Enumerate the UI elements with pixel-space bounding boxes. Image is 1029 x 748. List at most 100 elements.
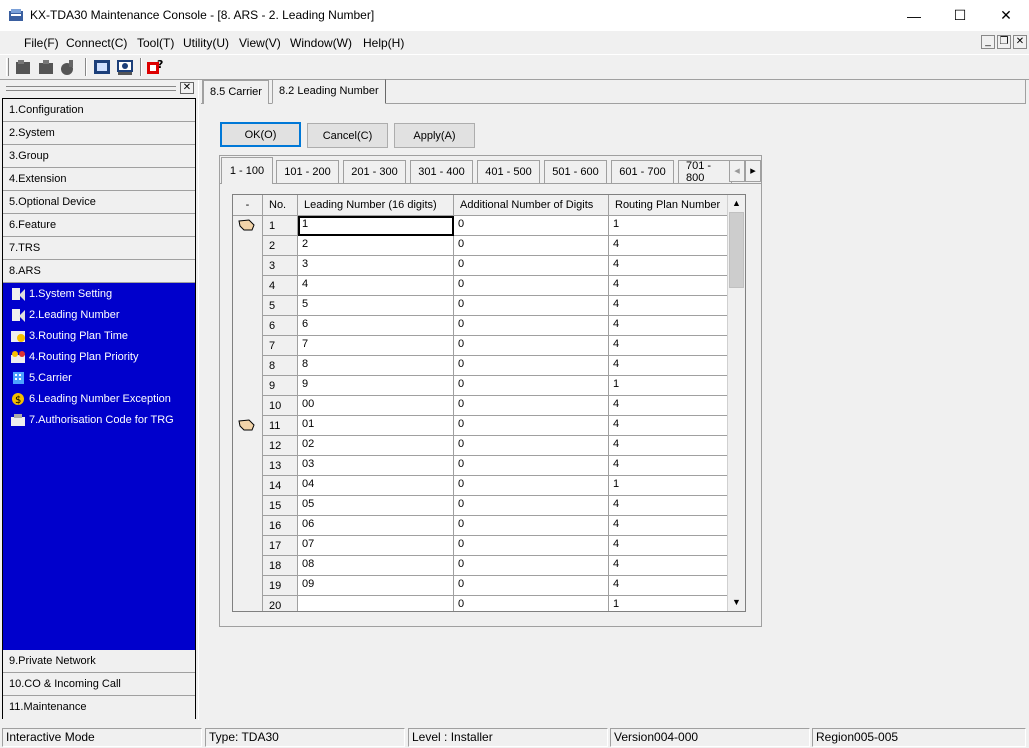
nav-ars-system-setting[interactable]: 1.System Setting — [10, 284, 112, 304]
routing-plan-cell[interactable]: 4 — [609, 536, 728, 556]
tab-range-601-700[interactable]: 601 - 700 — [611, 160, 674, 183]
nav-system[interactable]: 2.System — [3, 122, 195, 145]
nav-ars-carrier[interactable]: 5.Carrier — [10, 368, 72, 388]
table-row[interactable]: 10 00 0 4 — [233, 396, 728, 416]
additional-digits-cell[interactable]: 0 — [454, 356, 609, 376]
row-selector[interactable] — [233, 296, 263, 316]
additional-digits-cell[interactable]: 0 — [454, 396, 609, 416]
row-selector[interactable] — [233, 276, 263, 296]
routing-plan-cell[interactable]: 4 — [609, 296, 728, 316]
routing-plan-cell[interactable]: 4 — [609, 396, 728, 416]
tab-range-301-400[interactable]: 301 - 400 — [410, 160, 473, 183]
tab-scroll-left-button[interactable]: ◂ — [729, 160, 745, 182]
leading-number-cell[interactable]: 4 — [298, 276, 454, 296]
routing-plan-cell[interactable]: 4 — [609, 436, 728, 456]
nav-ars-leading-number[interactable]: 2.Leading Number — [10, 305, 120, 325]
maximize-button[interactable]: ☐ — [937, 0, 983, 31]
header-leading-number[interactable]: Leading Number (16 digits) — [298, 195, 454, 216]
row-selector[interactable] — [233, 316, 263, 336]
table-row[interactable]: 2204 — [233, 236, 728, 256]
menu-tool[interactable]: Tool(T) — [137, 36, 174, 50]
routing-plan-cell[interactable]: 1 — [609, 376, 728, 396]
nav-trs[interactable]: 7.TRS — [3, 237, 195, 260]
leading-number-cell[interactable]: 5 — [298, 296, 454, 316]
connect-icon[interactable] — [37, 58, 55, 76]
table-row[interactable]: 13 03 0 4 — [233, 456, 728, 476]
nav-private-network[interactable]: 9.Private Network — [3, 650, 195, 673]
table-row[interactable]: 14 04 0 1 — [233, 476, 728, 496]
leading-number-cell[interactable]: 2 — [298, 236, 454, 256]
additional-digits-cell[interactable]: 0 — [454, 236, 609, 256]
routing-plan-cell[interactable]: 1 — [609, 596, 728, 611]
leading-number-cell[interactable]: 6 — [298, 316, 454, 336]
nav-ars-routing-plan-time[interactable]: 3.Routing Plan Time — [10, 326, 128, 346]
leading-number-cell[interactable]: 06 — [298, 516, 454, 536]
routing-plan-cell[interactable]: 4 — [609, 256, 728, 276]
table-row[interactable]: 9901 — [233, 376, 728, 396]
close-button[interactable]: ✕ — [983, 0, 1029, 31]
additional-digits-cell[interactable]: 0 — [454, 456, 609, 476]
scroll-up-button[interactable]: ▲ — [728, 195, 745, 212]
tab-range-401-500[interactable]: 401 - 500 — [477, 160, 540, 183]
maintenance-icon[interactable] — [116, 58, 134, 76]
leading-number-cell[interactable]: 7 — [298, 336, 454, 356]
additional-digits-cell[interactable]: 0 — [454, 536, 609, 556]
menu-utility[interactable]: Utility(U) — [183, 36, 229, 50]
table-row[interactable]: 6604 — [233, 316, 728, 336]
routing-plan-cell[interactable]: 4 — [609, 336, 728, 356]
table-row[interactable]: 3304 — [233, 256, 728, 276]
menu-window[interactable]: Window(W) — [290, 36, 352, 50]
leading-number-cell[interactable]: 05 — [298, 496, 454, 516]
row-selector[interactable] — [233, 416, 263, 436]
row-selector[interactable] — [233, 496, 263, 516]
leading-number-cell[interactable] — [298, 596, 454, 611]
leading-number-cell[interactable]: 02 — [298, 436, 454, 456]
disconnect-icon[interactable] — [14, 58, 32, 76]
pane-close-button[interactable]: ✕ — [180, 82, 194, 94]
routing-plan-cell[interactable]: 4 — [609, 516, 728, 536]
nav-ars-leading-number-exception[interactable]: $ 6.Leading Number Exception — [10, 389, 171, 409]
table-row[interactable]: 11 01 0 4 — [233, 416, 728, 436]
nav-maintenance[interactable]: 11.Maintenance — [3, 696, 195, 719]
routing-plan-cell[interactable]: 4 — [609, 316, 728, 336]
tab-range-101-200[interactable]: 101 - 200 — [276, 160, 339, 183]
additional-digits-cell[interactable]: 0 — [454, 516, 609, 536]
nav-ars-authorisation-code[interactable]: 7.Authorisation Code for TRG — [10, 410, 174, 430]
nav-co-incoming-call[interactable]: 10.CO & Incoming Call — [3, 673, 195, 696]
leading-number-cell[interactable]: 00 — [298, 396, 454, 416]
additional-digits-cell[interactable]: 0 — [454, 256, 609, 276]
leading-number-cell[interactable]: 8 — [298, 356, 454, 376]
additional-digits-cell[interactable]: 0 — [454, 436, 609, 456]
row-selector[interactable] — [233, 536, 263, 556]
apply-button[interactable]: Apply(A) — [394, 123, 475, 148]
routing-plan-cell[interactable]: 4 — [609, 496, 728, 516]
scroll-down-button[interactable]: ▼ — [728, 594, 745, 611]
row-selector[interactable] — [233, 256, 263, 276]
tab-range-701-800[interactable]: 701 - 800 — [678, 160, 732, 183]
nav-configuration[interactable]: 1.Configuration — [3, 99, 195, 122]
leading-number-cell[interactable]: 3 — [298, 256, 454, 276]
mdi-close-button[interactable]: ✕ — [1013, 35, 1027, 49]
table-row[interactable]: 12 02 0 4 — [233, 436, 728, 456]
row-selector[interactable] — [233, 576, 263, 596]
leading-number-cell[interactable]: 04 — [298, 476, 454, 496]
row-selector[interactable] — [233, 216, 263, 236]
additional-digits-cell[interactable]: 0 — [454, 376, 609, 396]
leading-number-cell[interactable]: 01 — [298, 416, 454, 436]
table-row[interactable]: 4404 — [233, 276, 728, 296]
nav-ars[interactable]: 8.ARS — [3, 260, 195, 283]
row-selector[interactable] — [233, 236, 263, 256]
row-selector[interactable] — [233, 476, 263, 496]
additional-digits-cell[interactable]: 0 — [454, 316, 609, 336]
additional-digits-cell[interactable]: 0 — [454, 496, 609, 516]
tab-scroll-right-button[interactable]: ▸ — [745, 160, 761, 182]
tab-range-1-100[interactable]: 1 - 100 — [221, 157, 273, 184]
routing-plan-cell[interactable]: 4 — [609, 356, 728, 376]
additional-digits-cell[interactable]: 0 — [454, 296, 609, 316]
additional-digits-cell[interactable]: 0 — [454, 576, 609, 596]
vertical-scrollbar[interactable]: ▲ ▼ — [727, 195, 745, 611]
row-selector[interactable] — [233, 556, 263, 576]
table-row[interactable]: 17 07 0 4 — [233, 536, 728, 556]
routing-plan-cell[interactable]: 1 — [609, 216, 728, 236]
routing-plan-cell[interactable]: 4 — [609, 456, 728, 476]
